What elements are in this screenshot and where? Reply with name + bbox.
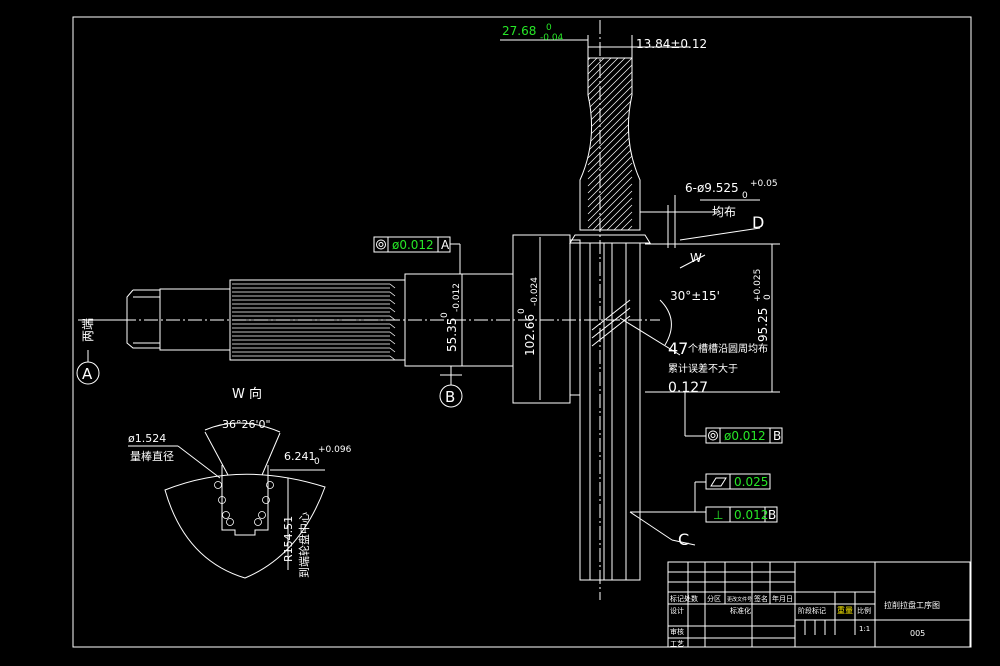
dia-55-lower: -0.012 xyxy=(452,283,462,312)
spline-note: 个槽槽沿圆周均布 xyxy=(688,342,768,355)
tb-date: 年月日 xyxy=(772,594,793,603)
datum-a-label: A xyxy=(82,365,93,383)
dia-95-upper: +0.025 xyxy=(753,269,763,302)
tb-designer: 设计 xyxy=(670,606,684,615)
bolt-holes-upper: +0.05 xyxy=(750,179,778,189)
dia-102-dim: 102.66 xyxy=(523,314,537,356)
spline-count: 47 xyxy=(668,339,688,358)
cumulative-note: 累计误差不大于 xyxy=(668,362,738,375)
tb-zone: 分区 xyxy=(707,594,721,603)
detail-angle: 36°26'0" xyxy=(222,418,271,431)
tb-stage-mark: 阶段标记 xyxy=(798,606,826,615)
angle-dim: 30°±15' xyxy=(670,289,720,303)
both-ends-label: 两端 xyxy=(81,318,95,342)
dia-55-upper: 0 xyxy=(440,312,450,318)
perpendicularity-datum: B xyxy=(768,508,776,522)
drawing-border xyxy=(72,16,972,648)
tb-scale-value: 1:1 xyxy=(859,625,870,633)
engineering-drawing: 27.68 0 -0.04 13.84±0.12 6-ø9.525 +0.05 … xyxy=(72,16,972,648)
pin-label: 量棒直径 xyxy=(130,449,174,463)
tb-sign: 签名 xyxy=(754,594,768,603)
dia-102-lower: -0.024 xyxy=(530,277,540,306)
bolt-holes-note: 均布 xyxy=(712,205,736,219)
top-dimensions: 27.68 0 -0.04 13.84±0.12 xyxy=(500,23,707,58)
flange-thickness-upper: 0 xyxy=(546,23,552,33)
shaft xyxy=(100,234,660,404)
web-width-dim: 13.84±0.12 xyxy=(636,37,707,51)
concentricity-b-datum: B xyxy=(773,429,781,443)
detail-size: 6.241 xyxy=(284,450,316,463)
view-arrow-w: W xyxy=(690,251,702,265)
title-block: 标记处数 分区 更改文件号 签名 年月日 设计 标准化 阶段标记 重量 比例 1… xyxy=(667,561,971,648)
datum-b-label: B xyxy=(445,388,455,406)
measuring-pins xyxy=(214,481,274,526)
bolt-holes-lower: 0 xyxy=(742,191,748,201)
pin-diameter: ø1.524 xyxy=(128,432,166,445)
cumulative-value: 0.127 xyxy=(668,380,708,396)
flange-thickness-lower: -0.04 xyxy=(540,33,564,43)
detail-radius: R154.51 xyxy=(282,516,295,562)
concentricity-a-datum: A xyxy=(441,238,450,252)
concentricity-a-value: ø0.012 xyxy=(392,238,434,252)
concentricity-b-value: ø0.012 xyxy=(724,429,766,443)
detail-view-w: W 向 36°26'0" ø1.524 量棒直径 6.241 +0.096 0 … xyxy=(128,386,352,579)
datum-d-label: D xyxy=(752,213,764,232)
flatness-value: 0.025 xyxy=(734,475,768,489)
tb-doc-no: 更改文件号 xyxy=(727,596,752,603)
bolt-holes-dim: 6-ø9.525 xyxy=(685,181,739,195)
perpendicularity-symbol: ⊥ xyxy=(713,508,723,522)
tb-code: 005 xyxy=(910,629,925,638)
tb-process: 工艺 xyxy=(670,640,684,648)
left-dimensions: ø0.012 A 55.35 0 -0.012 102.66 0 -0.024 … xyxy=(76,236,541,408)
tb-scale: 比例 xyxy=(857,606,871,615)
detail-size-lower: 0 xyxy=(314,457,320,467)
tb-review: 审核 xyxy=(670,627,684,636)
dia-55-dim: 55.35 xyxy=(445,318,459,352)
flange-thickness-dim: 27.68 xyxy=(502,24,536,38)
perpendicularity-value: 0.012 xyxy=(734,508,768,522)
spline-teeth xyxy=(232,283,396,361)
dia-95-dim: 95.25 xyxy=(756,308,770,342)
datum-c-label: C xyxy=(678,530,689,549)
detail-radius-note: 到端轮盘中心 xyxy=(297,512,311,578)
tb-title: 拉削拉盘工序图 xyxy=(884,600,940,610)
dia-95-lower: 0 xyxy=(763,294,773,300)
dia-102-upper: 0 xyxy=(517,308,527,314)
tb-weight: 重量 xyxy=(837,605,853,615)
tb-standard: 标准化 xyxy=(730,606,751,615)
detail-size-upper: +0.096 xyxy=(318,445,352,455)
view-title: W 向 xyxy=(232,386,262,402)
tb-rev-mark: 标记处数 xyxy=(670,594,698,603)
